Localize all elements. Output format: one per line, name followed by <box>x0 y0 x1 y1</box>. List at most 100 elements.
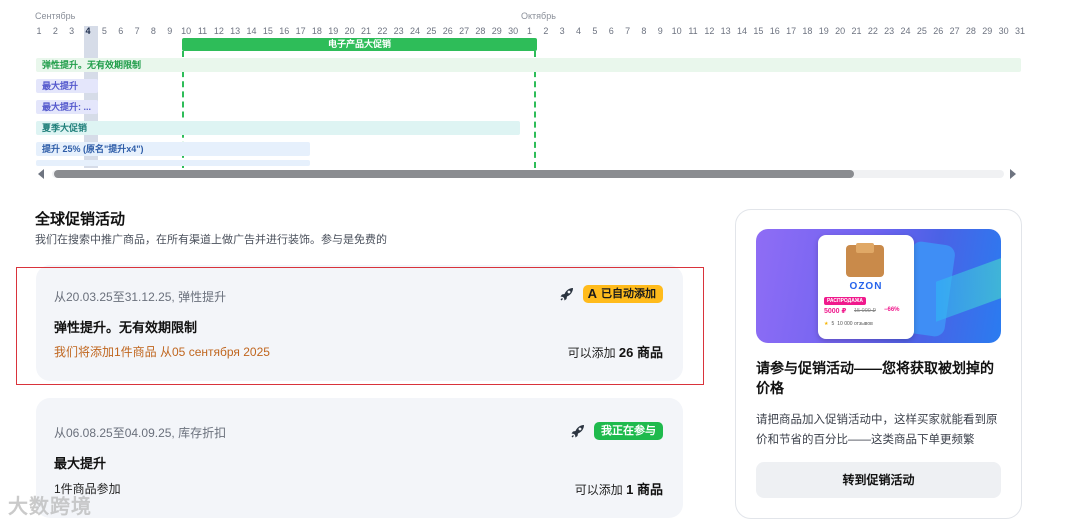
timeline-row-summer-sale[interactable]: 夏季大促销 <box>36 121 520 135</box>
day-label: 13 <box>720 26 731 36</box>
day-label: 3 <box>559 26 565 36</box>
day-label: 29 <box>491 26 502 36</box>
day-label: 12 <box>213 26 224 36</box>
day-label: 26 <box>442 26 453 36</box>
card-title: 最大提升 <box>54 456 107 471</box>
ozon-logo: OZON <box>849 281 883 292</box>
reviews-count: 10 000 отзывов <box>837 321 873 327</box>
promotion-card-max-boost[interactable]: 从06.08.25至04.09.25, 库存折扣 我正在参与 最大提升 1件商品… <box>36 398 683 518</box>
day-label: 3 <box>69 26 75 36</box>
day-label: 27 <box>949 26 960 36</box>
day-label: 4 <box>85 26 91 36</box>
day-label: 19 <box>328 26 339 36</box>
day-label: 14 <box>246 26 257 36</box>
go-to-promotions-button[interactable]: 转到促销活动 <box>756 462 1001 498</box>
day-label: 9 <box>657 26 663 36</box>
day-label: 15 <box>262 26 273 36</box>
old-price: 15 000 ₽ <box>854 308 876 314</box>
scroll-right-arrow-icon[interactable] <box>1010 169 1016 179</box>
panel-description: 请把商品加入促销活动中，这样买家就能看到原价和节省的百分比——这类商品下单更频繁 <box>756 414 998 446</box>
day-label: 15 <box>753 26 764 36</box>
day-label: 30 <box>508 26 519 36</box>
day-label: 5 <box>592 26 598 36</box>
timeline-row-max-boost-2[interactable]: 最大提升: ... <box>36 100 98 114</box>
timeline-row-boost-25[interactable]: 提升 25% (原名"提升x4") <box>36 142 310 156</box>
day-label: 27 <box>459 26 470 36</box>
month-label-october: Октябрь <box>521 11 556 21</box>
product-card-illustration: OZON РАСПРОДАЖА 5000 ₽ 15 000 ₽ −66% ★ 5… <box>818 235 914 339</box>
rocket-icon <box>571 425 584 438</box>
selection-highlight-box <box>16 267 704 385</box>
day-label: 9 <box>167 26 173 36</box>
day-label: 28 <box>475 26 486 36</box>
day-label: 11 <box>197 26 208 36</box>
day-label: 22 <box>867 26 878 36</box>
scroll-left-arrow-icon[interactable] <box>38 169 44 179</box>
card-meta: 从06.08.25至04.09.25, 库存折扣 <box>54 426 227 440</box>
day-label: 28 <box>965 26 976 36</box>
sale-tag: РАСПРОДАЖА <box>824 297 866 305</box>
month-label-september: Сентябрь <box>35 11 76 21</box>
day-label: 14 <box>737 26 748 36</box>
timeline-row-max-boost[interactable]: 最大提升 <box>36 79 98 93</box>
day-label: 7 <box>625 26 631 36</box>
panel-title: 请参与促销活动——您将获取被划掉的价格 <box>756 360 994 396</box>
section-title: 全球促销活动 <box>35 211 126 228</box>
event-bar-electronics-sale[interactable]: 电子产品大促销 <box>182 38 537 51</box>
day-label: 21 <box>360 26 371 36</box>
day-label: 21 <box>851 26 862 36</box>
day-label: 26 <box>933 26 944 36</box>
available-count: 1 商品 <box>626 482 663 497</box>
day-label: 16 <box>279 26 290 36</box>
day-label: 18 <box>311 26 322 36</box>
day-label: 16 <box>769 26 780 36</box>
rating-row: ★ 5 10 000 отзывов <box>824 321 873 327</box>
day-label: 10 <box>181 26 192 36</box>
star-icon: ★ <box>824 321 829 327</box>
section-subtitle: 我们在搜索中推广商品，在所有渠道上做广告并进行装饰。参与是免费的 <box>35 234 387 246</box>
day-label: 7 <box>134 26 140 36</box>
day-label: 20 <box>344 26 355 36</box>
day-label: 1 <box>526 26 532 36</box>
day-label: 8 <box>150 26 156 36</box>
day-label: 19 <box>818 26 829 36</box>
day-label: 25 <box>916 26 927 36</box>
day-label: 22 <box>377 26 388 36</box>
available-prefix: 可以添加 <box>574 483 623 497</box>
day-label: 23 <box>884 26 895 36</box>
day-label: 24 <box>410 26 421 36</box>
day-label: 20 <box>835 26 846 36</box>
day-label: 11 <box>688 26 698 36</box>
day-label: 6 <box>118 26 124 36</box>
card-status: 我正在参与 <box>570 422 663 440</box>
day-label: 24 <box>900 26 911 36</box>
box-lid-icon <box>856 243 874 253</box>
day-label: 5 <box>101 26 107 36</box>
discount-badge: −66% <box>884 307 900 313</box>
timeline-row-partial <box>36 160 310 166</box>
day-label: 6 <box>608 26 614 36</box>
watermark-logo: 大数跨境 <box>8 496 92 518</box>
new-price: 5000 ₽ <box>824 308 847 315</box>
rating-value: 5 <box>831 321 835 327</box>
day-label: 23 <box>393 26 404 36</box>
day-label: 13 <box>230 26 241 36</box>
scrollbar-thumb[interactable] <box>54 170 854 178</box>
day-label: 2 <box>543 26 549 36</box>
day-label: 17 <box>295 26 306 36</box>
day-label: 29 <box>982 26 993 36</box>
promo-banner-illustration: OZON РАСПРОДАЖА 5000 ₽ 15 000 ₽ −66% ★ 5… <box>756 229 1001 343</box>
participating-badge: 我正在参与 <box>594 422 663 440</box>
day-label: 2 <box>52 26 58 36</box>
day-label: 25 <box>426 26 437 36</box>
day-label: 30 <box>998 26 1009 36</box>
day-label: 31 <box>1014 26 1025 36</box>
day-label: 10 <box>671 26 682 36</box>
crossed-price-promo-panel: OZON РАСПРОДАЖА 5000 ₽ 15 000 ₽ −66% ★ 5… <box>735 209 1022 519</box>
day-label: 18 <box>802 26 813 36</box>
timeline-row-flex-boost[interactable]: 弹性提升。无有效期限制 <box>36 58 1021 72</box>
card-available-count: 可以添加 1 商品 <box>575 479 663 498</box>
day-label: 1 <box>36 26 42 36</box>
day-label: 4 <box>576 26 582 36</box>
day-label: 8 <box>641 26 647 36</box>
